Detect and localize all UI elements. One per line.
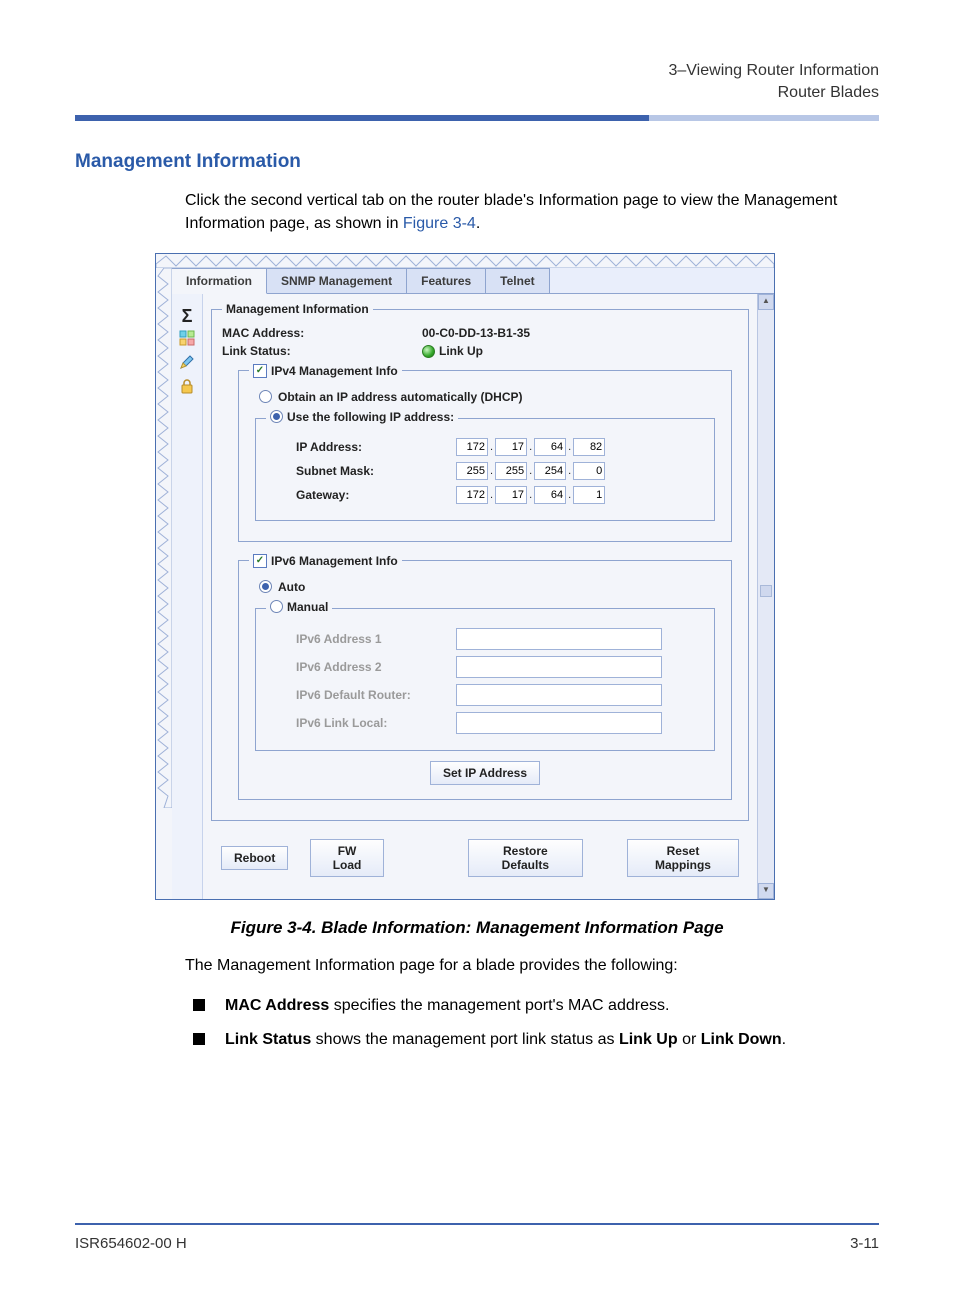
management-info-fieldset: Management Information MAC Address: 00-C… xyxy=(211,302,749,821)
gw-octet-1[interactable] xyxy=(456,486,488,504)
ipv6-auto-label: Auto xyxy=(278,580,305,594)
static-ip-fieldset: Use the following IP address: IP Address… xyxy=(255,410,715,522)
ipv6-linklocal-label: IPv6 Link Local: xyxy=(296,716,456,730)
ipv6-fieldset: ✓ IPv6 Management Info Auto xyxy=(238,552,732,800)
static-ip-radio[interactable] xyxy=(270,410,283,423)
scroll-up-icon[interactable]: ▲ xyxy=(758,294,774,310)
tab-snmp-management[interactable]: SNMP Management xyxy=(267,268,407,293)
ip-octet-3[interactable] xyxy=(534,438,566,456)
ipv6-addr2-label: IPv6 Address 2 xyxy=(296,660,456,674)
mask-octet-3[interactable] xyxy=(534,462,566,480)
scrollbar[interactable]: ▲ ▼ xyxy=(757,294,774,899)
ipv6-legend: IPv6 Management Info xyxy=(271,554,398,568)
intro-paragraph: Click the second vertical tab on the rou… xyxy=(185,189,879,235)
link-status-value: Link Up xyxy=(422,344,483,358)
ipv6-router-label: IPv6 Default Router: xyxy=(296,688,456,702)
grid-icon[interactable] xyxy=(178,330,196,348)
subnet-mask-label: Subnet Mask: xyxy=(296,464,456,478)
gateway-label: Gateway: xyxy=(296,488,456,502)
reboot-button[interactable]: Reboot xyxy=(221,846,288,870)
ipv6-addr1-label: IPv6 Address 1 xyxy=(296,632,456,646)
intro-text-end: . xyxy=(476,215,480,232)
vertical-tab-strip: Σ xyxy=(172,294,203,899)
ipv6-manual-radio[interactable] xyxy=(270,600,283,613)
ip-octet-2[interactable] xyxy=(495,438,527,456)
sigma-icon[interactable]: Σ xyxy=(178,306,196,324)
ipv6-manual-legend: Manual xyxy=(287,600,328,614)
mac-address-label: MAC Address: xyxy=(222,326,422,340)
tab-telnet[interactable]: Telnet xyxy=(486,268,549,293)
ipv4-fieldset: ✓ IPv4 Management Info Obtain an IP addr… xyxy=(238,362,732,542)
gw-octet-3[interactable] xyxy=(534,486,566,504)
reset-mappings-button[interactable]: Reset Mappings xyxy=(627,839,739,877)
ipv6-addr2-field[interactable] xyxy=(456,656,662,678)
torn-edge-top xyxy=(156,254,774,268)
dhcp-label: Obtain an IP address automatically (DHCP… xyxy=(278,390,523,404)
after-text: The Management Information page for a bl… xyxy=(185,954,879,977)
intro-text: Click the second vertical tab on the rou… xyxy=(185,192,837,232)
mask-octet-4[interactable] xyxy=(573,462,605,480)
figure-ref-link[interactable]: Figure 3-4 xyxy=(403,215,476,232)
ip-octet-1[interactable] xyxy=(456,438,488,456)
ipv6-checkbox[interactable]: ✓ xyxy=(253,554,267,568)
ipv6-addr1-field[interactable] xyxy=(456,628,662,650)
header-rule xyxy=(75,115,879,121)
ipv6-router-field[interactable] xyxy=(456,684,662,706)
pencil-icon[interactable] xyxy=(178,354,196,372)
header-section: Router Blades xyxy=(75,82,879,104)
gw-octet-4[interactable] xyxy=(573,486,605,504)
torn-edge-left xyxy=(156,268,172,899)
tab-information[interactable]: Information xyxy=(172,268,267,294)
bullet-mac: MAC Address specifies the management por… xyxy=(185,994,879,1019)
set-ip-button[interactable]: Set IP Address xyxy=(430,761,540,785)
static-ip-legend: Use the following IP address: xyxy=(287,410,454,424)
figure-screenshot: Information SNMP Management Features Tel… xyxy=(155,253,775,900)
section-title: Management Information xyxy=(75,151,879,173)
management-info-legend: Management Information xyxy=(222,302,373,316)
mask-octet-1[interactable] xyxy=(456,462,488,480)
header-chapter: 3–Viewing Router Information xyxy=(75,60,879,82)
lock-icon[interactable] xyxy=(178,378,196,396)
mac-address-value: 00-C0-DD-13-B1-35 xyxy=(422,326,530,340)
tab-bar: Information SNMP Management Features Tel… xyxy=(172,268,774,294)
scroll-grip[interactable] xyxy=(760,585,772,597)
ipv6-manual-fieldset: Manual IPv6 Address 1 IPv xyxy=(255,600,715,752)
ipv6-linklocal-field[interactable] xyxy=(456,712,662,734)
ip-octet-4[interactable] xyxy=(573,438,605,456)
tab-features[interactable]: Features xyxy=(407,268,486,293)
dhcp-radio[interactable] xyxy=(259,390,272,403)
ipv4-checkbox[interactable]: ✓ xyxy=(253,364,267,378)
restore-defaults-button[interactable]: Restore Defaults xyxy=(468,839,583,877)
footer-right: 3-11 xyxy=(850,1235,879,1252)
figure-caption: Figure 3-4. Blade Information: Managemen… xyxy=(75,918,879,938)
link-up-icon xyxy=(422,345,435,358)
mask-octet-2[interactable] xyxy=(495,462,527,480)
bullet-link-status: Link Status shows the management port li… xyxy=(185,1028,879,1053)
link-status-label: Link Status: xyxy=(222,344,422,358)
footer-left: ISR654602-00 H xyxy=(75,1235,187,1252)
scroll-down-icon[interactable]: ▼ xyxy=(758,883,774,899)
ipv4-legend: IPv4 Management Info xyxy=(271,364,398,378)
ip-address-label: IP Address: xyxy=(296,440,456,454)
ipv6-auto-radio[interactable] xyxy=(259,580,272,593)
gw-octet-2[interactable] xyxy=(495,486,527,504)
fw-load-button[interactable]: FW Load xyxy=(310,839,383,877)
